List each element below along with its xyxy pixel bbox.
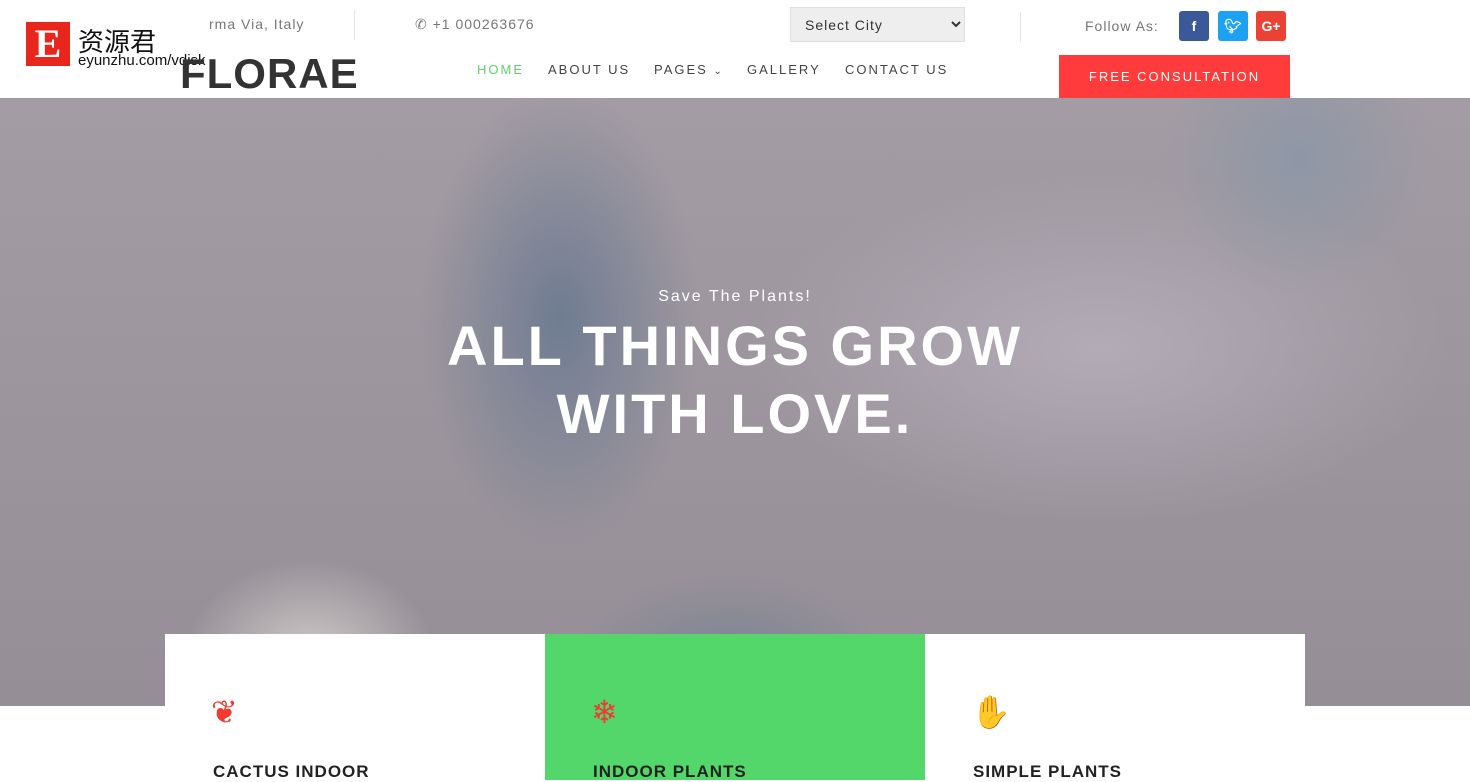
service-card[interactable]: ✋ SIMPLE PLANTS xyxy=(925,634,1305,781)
nav-pages-label: PAGES xyxy=(654,62,708,77)
watermark-logo: E xyxy=(26,22,70,66)
follow-label: Follow As: xyxy=(1085,18,1159,34)
snowflake-icon: ❄ xyxy=(591,694,618,730)
hero-title: ALL THINGS GROW WITH LOVE. xyxy=(0,312,1470,448)
chevron-down-icon: ⌄ xyxy=(713,66,724,77)
hero-title-line: WITH LOVE. xyxy=(556,382,914,445)
service-card[interactable]: ❦ CACTUS INDOOR xyxy=(165,634,545,781)
leaf-icon: ❦ xyxy=(211,694,238,730)
site-logo[interactable]: FLORAE xyxy=(180,50,359,98)
facebook-icon[interactable]: f xyxy=(1179,11,1209,41)
phone-number: +1 000263676 xyxy=(432,16,535,32)
divider xyxy=(354,10,355,40)
hero-subtitle: Save The Plants! xyxy=(658,288,812,305)
city-select[interactable]: Select City xyxy=(790,7,965,42)
divider xyxy=(1020,12,1021,42)
hero-banner: Save The Plants! ALL THINGS GROW WITH LO… xyxy=(0,98,1470,706)
service-card[interactable]: ❄ INDOOR PLANTS xyxy=(545,634,925,781)
hands-plant-icon: ✋ xyxy=(971,694,1011,730)
nav-pages[interactable]: PAGES ⌄ xyxy=(654,62,724,77)
twitter-icon[interactable]: 🐦︎ xyxy=(1218,11,1248,41)
card-title: INDOOR PLANTS xyxy=(593,762,747,781)
nav-home[interactable]: HOME xyxy=(477,62,524,77)
google-plus-icon[interactable]: G+ xyxy=(1256,11,1286,41)
card-title: CACTUS INDOOR xyxy=(213,762,370,781)
nav-contact-us[interactable]: CONTACT US xyxy=(845,62,948,77)
card-title: SIMPLE PLANTS xyxy=(973,762,1123,781)
nav-gallery[interactable]: GALLERY xyxy=(747,62,821,77)
free-consultation-button[interactable]: FREE CONSULTATION xyxy=(1059,55,1290,98)
hero-title-line: ALL THINGS GROW xyxy=(447,314,1023,377)
phone-text: ✆ +1 000263676 xyxy=(415,16,535,33)
nav-about-us[interactable]: ABOUT US xyxy=(548,62,630,77)
phone-icon: ✆ xyxy=(415,16,433,32)
address-text: rma Via, Italy xyxy=(209,16,305,32)
